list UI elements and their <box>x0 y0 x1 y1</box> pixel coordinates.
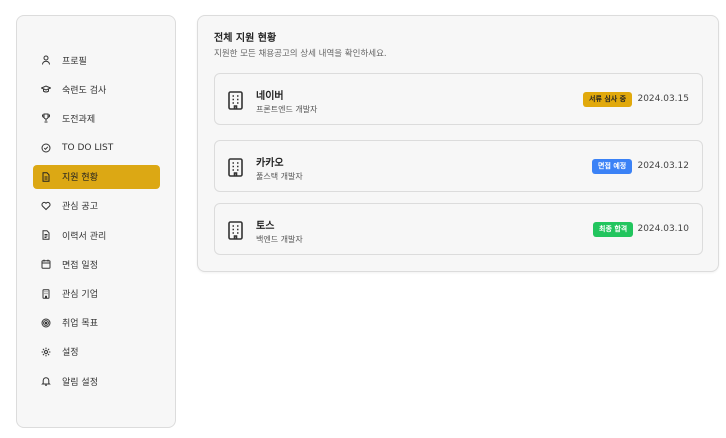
company-name: 네이버 <box>256 91 284 102</box>
sidebar-item-saved-companies[interactable]: 관심 기업 <box>33 282 160 306</box>
sidebar-item-label: 프로필 <box>62 56 87 67</box>
company-name: 카카오 <box>256 158 284 169</box>
applications-card: 전체 지원 현황 지원한 모든 채용공고의 상세 내역을 확인하세요. 네이버 … <box>197 15 719 272</box>
check-circle-icon <box>41 143 51 153</box>
sidebar-item-notifications[interactable]: 알림 설정 <box>33 369 160 393</box>
status-badge: 서류 심사 중 <box>583 92 633 107</box>
trophy-icon <box>41 113 51 123</box>
page-subtitle: 지원한 모든 채용공고의 상세 내역을 확인하세요. <box>214 49 387 59</box>
building-icon <box>227 221 244 240</box>
heart-icon <box>41 201 51 211</box>
sidebar-item-label: 숙련도 검사 <box>62 85 107 96</box>
application-item[interactable]: 토스 백엔드 개발자 최종 합격 2024.03.10 <box>214 203 703 255</box>
calendar-icon <box>41 259 51 270</box>
sidebar-item-interviews[interactable]: 면접 일정 <box>33 252 160 276</box>
sidebar-item-profile[interactable]: 프로필 <box>33 48 160 72</box>
sidebar-item-label: 이력서 관리 <box>62 231 107 242</box>
sidebar-item-todo[interactable]: TO DO LIST <box>33 136 160 160</box>
file-text-icon <box>41 230 51 240</box>
bell-icon <box>41 376 51 386</box>
sidebar-item-label: 관심 공고 <box>62 202 98 213</box>
building-icon <box>227 91 244 110</box>
sidebar-item-applications[interactable]: 지원 현황 <box>33 164 160 189</box>
sidebar-item-label: 알림 설정 <box>62 377 98 388</box>
sidebar-item-label: TO DO LIST <box>62 142 114 153</box>
sidebar-item-label: 설정 <box>62 348 79 359</box>
sidebar-nav: 프로필 숙련도 검사 도전과제 TO DO LIST 지원 현황 관심 공고 이… <box>33 48 160 398</box>
document-icon <box>41 172 51 182</box>
company-name: 토스 <box>256 221 275 232</box>
sidebar-item-skill-test[interactable]: 숙련도 검사 <box>33 77 160 101</box>
building-icon <box>41 288 51 299</box>
building-icon <box>227 158 244 177</box>
graduation-cap-icon <box>41 84 51 94</box>
application-item[interactable]: 카카오 풀스택 개발자 면접 예정 2024.03.12 <box>214 140 703 192</box>
sidebar-item-challenges[interactable]: 도전과제 <box>33 106 160 130</box>
sidebar-item-label: 취업 목표 <box>62 319 98 330</box>
application-item[interactable]: 네이버 프론트엔드 개발자 서류 심사 중 2024.03.15 <box>214 73 703 125</box>
sidebar-item-label: 면접 일정 <box>62 260 98 271</box>
application-date: 2024.03.10 <box>637 224 689 234</box>
page-title: 전체 지원 현황 <box>214 33 277 44</box>
sidebar-item-saved-jobs[interactable]: 관심 공고 <box>33 194 160 218</box>
sidebar-item-label: 도전과제 <box>62 114 96 125</box>
application-date: 2024.03.12 <box>637 161 689 171</box>
gear-icon <box>41 347 51 357</box>
target-icon <box>41 318 51 328</box>
sidebar-item-resume[interactable]: 이력서 관리 <box>33 223 160 247</box>
sidebar-item-career-goals[interactable]: 취업 목표 <box>33 311 160 335</box>
sidebar-item-label: 관심 기업 <box>62 290 98 300</box>
sidebar-item-settings[interactable]: 설정 <box>33 340 160 364</box>
sidebar-item-label: 지원 현황 <box>62 173 98 184</box>
status-badge: 면접 예정 <box>592 159 633 174</box>
user-icon <box>41 55 51 65</box>
application-date: 2024.03.15 <box>637 94 689 104</box>
status-badge: 최종 합격 <box>593 222 634 237</box>
position-title: 풀스택 개발자 <box>256 172 303 181</box>
sidebar: 프로필 숙련도 검사 도전과제 TO DO LIST 지원 현황 관심 공고 이… <box>16 15 176 428</box>
position-title: 백엔드 개발자 <box>256 235 303 244</box>
position-title: 프론트엔드 개발자 <box>256 105 318 114</box>
